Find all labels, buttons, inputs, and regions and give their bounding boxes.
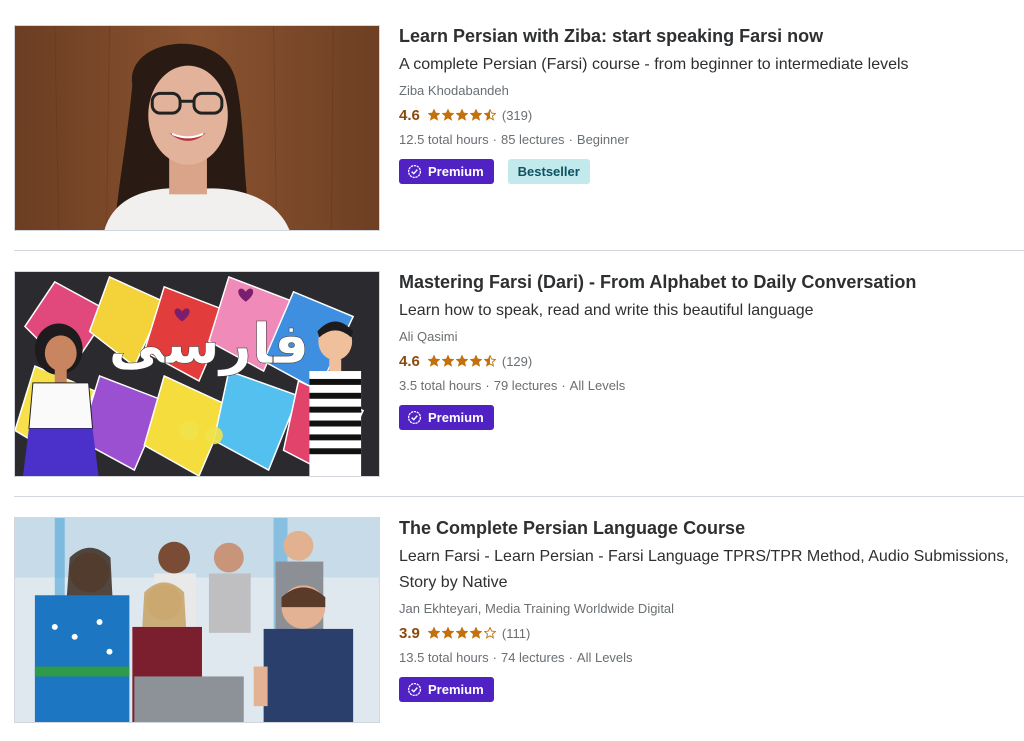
group-laptop-photo-image [15, 518, 379, 722]
premium-badge: Premium [399, 159, 494, 184]
course-badges: Premium Bestseller [399, 159, 1016, 184]
course-card-3[interactable]: The Complete Persian Language Course Lea… [0, 492, 1024, 741]
star-full-icon [455, 627, 468, 639]
verified-badge-icon [407, 410, 422, 425]
course-title[interactable]: Learn Persian with Ziba: start speaking … [399, 25, 1016, 47]
star-rating-icons [427, 627, 496, 639]
course-card-2[interactable]: فارسی Mastering Farsi (Dari) - From Alph… [0, 246, 1024, 492]
separator: · [492, 650, 497, 665]
instructor-portrait-image [15, 26, 379, 230]
bestseller-badge: Bestseller [507, 159, 590, 184]
course-level: All Levels [576, 650, 633, 665]
course-meta: 3.5 total hours · 79 lectures · All Levels [399, 377, 1016, 395]
premium-label: Premium [428, 410, 484, 425]
course-badges: Premium [399, 677, 1016, 702]
course-title[interactable]: Mastering Farsi (Dari) - From Alphabet t… [399, 271, 1016, 293]
course-thumbnail-2[interactable]: فارسی [14, 271, 380, 477]
lecture-count: 79 lectures [493, 378, 558, 393]
rating-value: 4.6 [399, 352, 420, 370]
star-empty-icon [483, 627, 496, 639]
course-rating: 4.6 (129) [399, 351, 1016, 371]
separator: · [568, 132, 573, 147]
course-badges: Premium [399, 405, 1016, 430]
course-instructor: Ali Qasimi [399, 329, 458, 344]
course-thumbnail-3[interactable] [14, 517, 380, 723]
star-full-icon [469, 355, 482, 367]
review-count: (111) [501, 625, 531, 641]
total-hours: 13.5 total hours [399, 650, 489, 665]
star-full-icon [469, 109, 482, 121]
lecture-count: 74 lectures [500, 650, 565, 665]
total-hours: 12.5 total hours [399, 132, 489, 147]
separator: · [485, 378, 490, 393]
review-count: (129) [501, 353, 533, 369]
course-thumbnail-1[interactable] [14, 25, 380, 231]
kites-illustration-image: فارسی [15, 272, 379, 476]
star-full-icon [427, 355, 440, 367]
course-card-1[interactable]: Learn Persian with Ziba: start speaking … [0, 0, 1024, 245]
course-level: Beginner [576, 132, 629, 147]
star-full-icon [427, 109, 440, 121]
star-full-icon [455, 109, 468, 121]
star-full-icon [427, 627, 440, 639]
premium-badge: Premium [399, 405, 494, 430]
rating-value: 3.9 [399, 624, 420, 642]
course-headline: A complete Persian (Farsi) course - from… [399, 56, 909, 73]
separator: · [492, 132, 497, 147]
review-count: (319) [501, 107, 533, 123]
course-title[interactable]: The Complete Persian Language Course [399, 517, 1016, 539]
course-instructor: Jan Ekhteyari, Media Training Worldwide … [399, 601, 675, 616]
thumbnail-persian-text: فارسی [109, 312, 310, 377]
star-full-icon [469, 627, 482, 639]
rating-value: 4.6 [399, 106, 420, 124]
premium-label: Premium [428, 164, 484, 179]
premium-badge: Premium [399, 677, 494, 702]
premium-label: Premium [428, 682, 484, 697]
course-level: All Levels [569, 378, 626, 393]
star-full-icon [455, 355, 468, 367]
course-headline: Learn Farsi - Learn Persian - Farsi Lang… [399, 548, 1009, 591]
star-full-icon [441, 627, 454, 639]
star-rating-icons [427, 355, 496, 367]
course-instructor: Ziba Khodabandeh [399, 83, 509, 98]
verified-badge-icon [407, 682, 422, 697]
separator: · [561, 378, 566, 393]
course-rating: 4.6 (319) [399, 105, 1016, 125]
verified-badge-icon [407, 164, 422, 179]
lecture-count: 85 lectures [500, 132, 565, 147]
separator: · [568, 650, 573, 665]
star-half-icon [483, 355, 496, 367]
star-full-icon [441, 355, 454, 367]
star-rating-icons [427, 109, 496, 121]
total-hours: 3.5 total hours [399, 378, 482, 393]
course-meta: 13.5 total hours · 74 lectures · All Levels [399, 649, 1016, 667]
course-headline: Learn how to speak, read and write this … [399, 302, 814, 319]
star-half-icon [483, 109, 496, 121]
course-meta: 12.5 total hours · 85 lectures · Beginner [399, 131, 1016, 149]
star-full-icon [441, 109, 454, 121]
course-rating: 3.9 (111) [399, 623, 1016, 643]
